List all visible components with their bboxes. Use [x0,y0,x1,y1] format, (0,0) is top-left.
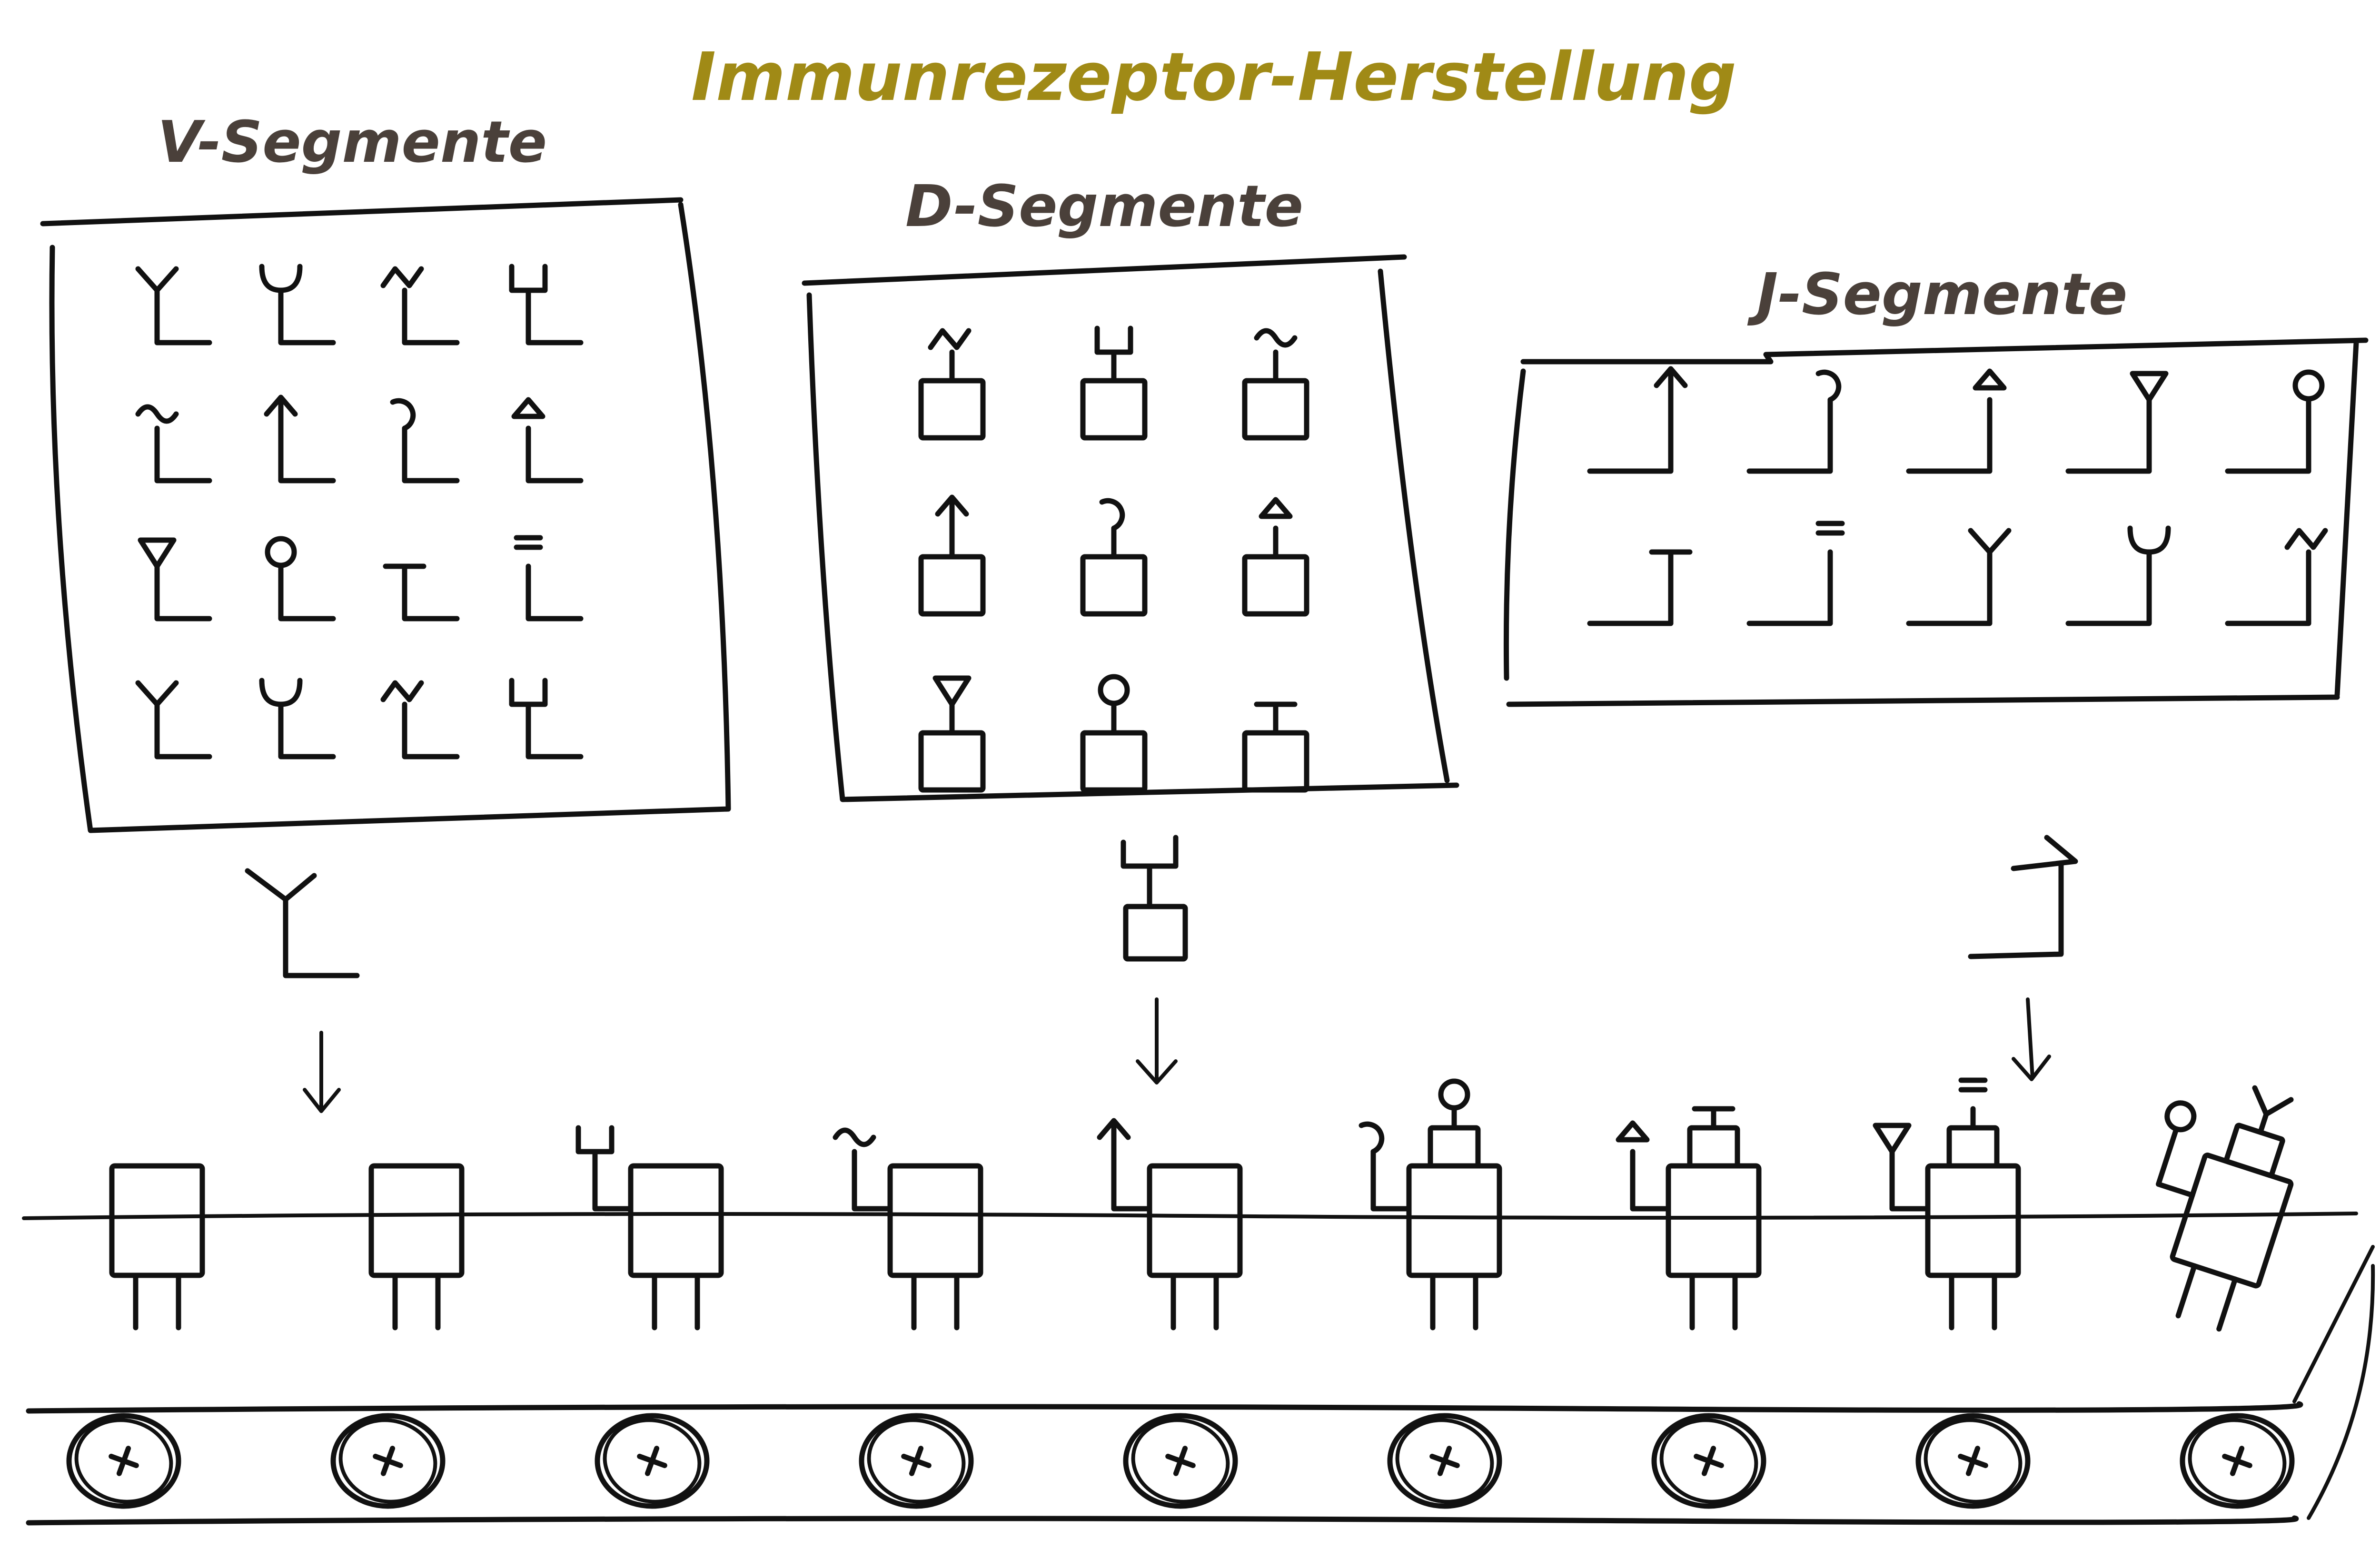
d-segments-label: D-Segmente [905,174,1303,240]
j-segments-label: J-Segmente [1747,262,2128,328]
roller-icon [1915,1413,2031,1509]
belt-top-edge [26,1401,2303,1414]
v-segment-icon [135,680,212,759]
robot [1359,1078,1502,1331]
v-segment-icon [380,680,460,759]
j-segment-icon [1746,521,1845,626]
v-segment-icon [138,537,212,621]
roller-icon [859,1413,974,1509]
j-segment-icon [1746,369,1842,474]
v-segment-icon [259,264,336,345]
v-segment-icon [135,404,212,483]
belt-rollers [66,1413,2295,1509]
robot [575,1125,724,1331]
belt-incline [2292,1245,2375,1520]
immune-receptor-assembly-sketch: Immunrezeptor-Herstellung V-Segmente D-S… [22,39,2375,1526]
robot [1873,1077,2021,1331]
v-segment-icon [259,678,336,759]
roller-icon [595,1413,710,1509]
diagram-title: Immunrezeptor-Herstellung [691,39,1736,116]
v-segment-icon [383,563,460,621]
v-segment-icon [135,266,212,345]
robot [833,1127,983,1331]
j-segments-panel [1503,337,2369,707]
d-segment-icons [918,325,1309,793]
v-segments-label: V-Segmente [158,109,547,176]
robot [368,1163,465,1331]
robot [109,1163,205,1331]
j-segment-icon [1906,528,2012,626]
j-drop-arrow-icon [2012,997,2051,1081]
v-segments-panel [40,197,731,833]
v-segment-icon [380,266,460,345]
v-segment-icon [511,397,584,483]
d-drop-arrow-icon [1136,997,1178,1085]
v-segment-icon [509,678,584,759]
roller-icon [1123,1413,1238,1509]
robot [1097,1118,1243,1331]
selected-d-segment-icon [1121,835,1188,962]
v-segment-icon [265,536,336,621]
robot-row [109,1077,2294,1332]
robot [2156,1085,2294,1332]
j-segment-icons [1587,366,2328,626]
j-segment-icon [1587,366,1688,474]
v-drop-arrow-icon [303,1031,341,1113]
d-segment-icon [1080,674,1148,793]
v-segment-icons [135,264,584,759]
roller-icon [66,1413,181,1509]
j-segment-icon [2065,371,2169,474]
roller-icon [330,1413,446,1509]
d-segment-icon [1242,497,1309,617]
j-segment-icon [2065,525,2171,626]
d-segment-icon [1080,325,1148,441]
j-segment-icon [2225,369,2325,474]
j-segment-icon [2225,528,2328,626]
j-segment-icon [1906,368,2007,474]
roller-icon [2180,1413,2295,1509]
d-segment-icon [918,675,986,793]
selected-v-segment-icon [245,868,360,978]
selected-j-segment-icon [1968,835,2078,959]
v-segment-icon [509,264,584,345]
d-segment-icon [1242,701,1309,793]
d-segment-icon [1080,498,1148,617]
belt-bottom-edge [26,1515,2299,1526]
v-segment-icon [390,398,460,483]
j-segment-icon [1587,549,1693,626]
v-segment-icon [264,394,336,483]
d-segment-icon [1242,328,1309,441]
conveyor-belt [26,1245,2375,1526]
d-segment-icon [918,328,986,441]
d-segment-icon [918,494,986,617]
roller-icon [1387,1413,1502,1509]
v-segment-icon [514,535,584,621]
roller-icon [1651,1413,1766,1509]
